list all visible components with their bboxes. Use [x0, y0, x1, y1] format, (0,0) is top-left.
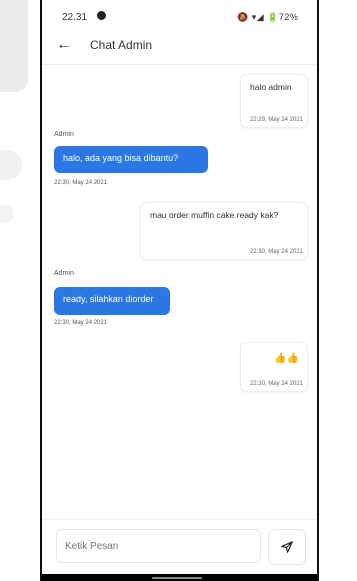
message-timestamp: 22:29, May 24 2021 — [249, 117, 303, 123]
message-input[interactable] — [56, 529, 261, 563]
message-text: halo admin — [250, 82, 292, 92]
message-timestamp: 22:30, May 24 2021 — [249, 381, 303, 387]
composer-bar — [42, 519, 317, 575]
message-bubble-incoming: ready, silahkan diorder — [54, 287, 170, 315]
sender-name: Admin — [54, 131, 74, 138]
home-indicator[interactable] — [152, 577, 202, 579]
status-bar: 22.31 🔕 ▾◢ 🔋72% — [42, 0, 317, 28]
back-arrow-icon[interactable]: ← — [56, 36, 72, 54]
send-button[interactable] — [268, 529, 306, 565]
status-time: 22.31 — [62, 12, 88, 23]
message-bubble-outgoing: mau order muffin cake ready kak? 22:30, … — [140, 202, 308, 260]
message-text: halo, ada yang bisa dibantu? — [63, 153, 179, 163]
send-icon — [281, 541, 293, 553]
sender-name: Admin — [54, 270, 74, 277]
status-icons: 🔕 ▾◢ 🔋72% — [237, 12, 299, 22]
message-timestamp: 22:30, May 24 2021 — [54, 180, 108, 186]
background-right-area — [317, 0, 357, 581]
background-shape — [0, 150, 22, 180]
page-title: Chat Admin — [90, 38, 153, 52]
message-text: mau order muffin cake ready kak? — [150, 210, 279, 220]
message-bubble-incoming: halo, ada yang bisa dibantu? — [54, 146, 208, 173]
message-timestamp: 22:30, May 24 2021 — [249, 249, 303, 255]
thumbs-up-emoji: 👍👍 — [274, 353, 299, 364]
app-header: ← Chat Admin — [42, 28, 317, 65]
background-shape — [0, 205, 14, 223]
background-left-area — [0, 0, 42, 581]
message-bubble-outgoing: 👍👍 22:30, May 24 2021 — [240, 342, 308, 392]
notification-dot-icon — [97, 11, 106, 20]
message-timestamp: 22:30, May 24 2021 — [54, 320, 108, 326]
chat-screen: 22.31 🔕 ▾◢ 🔋72% ← Chat Admin halo admin … — [42, 0, 317, 581]
message-bubble-outgoing: halo admin 22:29, May 24 2021 — [240, 74, 308, 128]
system-nav-bar — [42, 574, 317, 581]
background-shape — [0, 0, 28, 92]
message-text: ready, silahkan diorder — [63, 294, 154, 304]
